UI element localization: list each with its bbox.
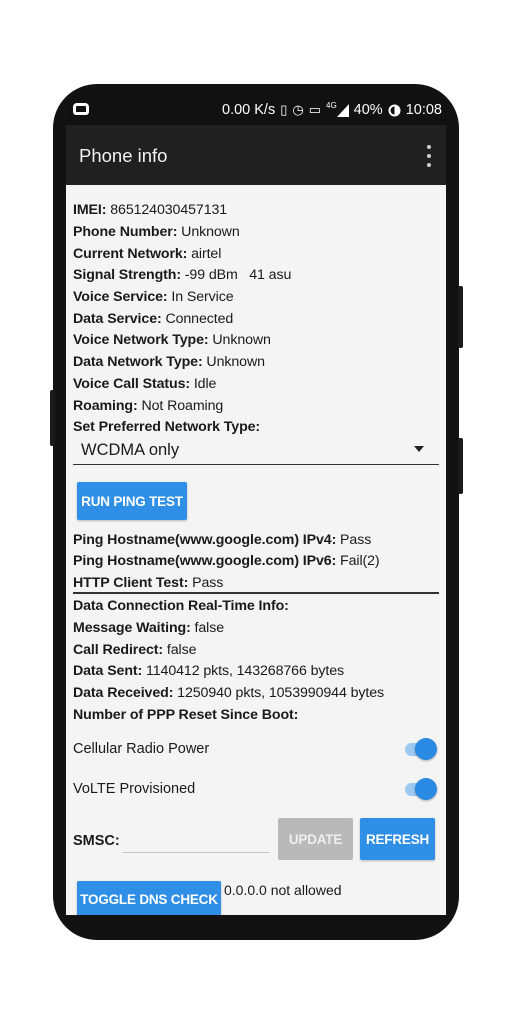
ping-result-ipv6: Ping Hostname(www.google.com) IPv6: Fail… [73, 553, 380, 569]
vibrate-icon: ▯ [280, 102, 288, 117]
volte-provisioned-label: VoLTE Provisioned [73, 781, 196, 797]
refresh-button[interactable]: REFRESH [360, 818, 435, 860]
update-button[interactable]: UPDATE [278, 818, 353, 860]
info-row-roaming: Roaming: Not Roaming [73, 398, 224, 414]
phone-info-content: IMEI: 865124030457131 Phone Number: Unkn… [66, 185, 446, 915]
data-info-data-sent: Data Sent: 1140412 pkts, 143268766 bytes [73, 663, 345, 679]
power-button [458, 286, 463, 348]
info-row-signal-strength: Signal Strength: -99 dBm 41 asu [73, 267, 292, 283]
clock: 10:08 [405, 102, 442, 118]
section-divider [73, 592, 439, 594]
info-row-voice-call-status: Voice Call Status: Idle [73, 376, 217, 392]
alarm-icon: ◷ [292, 102, 304, 117]
overflow-menu-icon[interactable] [426, 145, 432, 167]
battery-saver-icon [388, 104, 401, 116]
info-row-voice-service: Voice Service: In Service [73, 289, 234, 305]
battery-level: 40% [353, 102, 383, 118]
info-row-voice-network-type: Voice Network Type: Unknown [73, 332, 271, 348]
side-button [458, 438, 463, 494]
info-row-imei: IMEI: 865124030457131 [73, 202, 228, 218]
network-speed: 0.00 K/s [222, 102, 276, 118]
preferred-network-type-select[interactable]: WCDMA only [73, 433, 439, 465]
dns-check-status: 0.0.0.0 not allowed [224, 882, 342, 898]
data-info-message-waiting: Message Waiting: false [73, 620, 225, 636]
notification-icon [73, 103, 89, 115]
selected-network-type: WCDMA only [81, 441, 180, 459]
network-type-badge: 4G [326, 100, 337, 110]
info-row-data-network-type: Data Network Type: Unknown [73, 354, 265, 370]
cellular-radio-power-toggle[interactable] [405, 738, 437, 760]
ping-result-ipv4: Ping Hostname(www.google.com) IPv4: Pass [73, 532, 372, 548]
status-bar: 0.00 K/s ▯ ◷ ▭ 4G 40% 10:08 [66, 97, 446, 125]
volume-button [50, 390, 55, 446]
run-ping-test-button[interactable]: RUN PING TEST [77, 482, 187, 520]
no-sim-icon: ▭ [308, 102, 321, 117]
signal-icon [336, 103, 349, 117]
dropdown-arrow-icon [414, 446, 424, 452]
data-info-data-received: Data Received: 1250940 pkts, 1053990944 … [73, 685, 385, 701]
info-row-data-service: Data Service: Connected [73, 311, 234, 327]
cellular-radio-power-label: Cellular Radio Power [73, 741, 210, 757]
data-info-call-redirect: Call Redirect: false [73, 642, 197, 658]
data-info-header: Data Connection Real-Time Info: [73, 598, 289, 614]
smsc-label: SMSC: [73, 833, 120, 849]
screen: 0.00 K/s ▯ ◷ ▭ 4G 40% 10:08 Phone info I… [66, 97, 446, 915]
app-bar: Phone info [66, 125, 446, 185]
info-row-phone-number: Phone Number: Unknown [73, 224, 240, 240]
page-title: Phone info [79, 145, 168, 166]
volte-provisioned-toggle[interactable] [405, 778, 437, 800]
data-info-ppp-reset: Number of PPP Reset Since Boot: [73, 707, 299, 723]
info-row-current-network: Current Network: airtel [73, 246, 222, 262]
http-client-test: HTTP Client Test: Pass [73, 575, 224, 591]
toggle-dns-check-button[interactable]: TOGGLE DNS CHECK [77, 881, 221, 915]
smsc-input[interactable] [122, 825, 270, 853]
